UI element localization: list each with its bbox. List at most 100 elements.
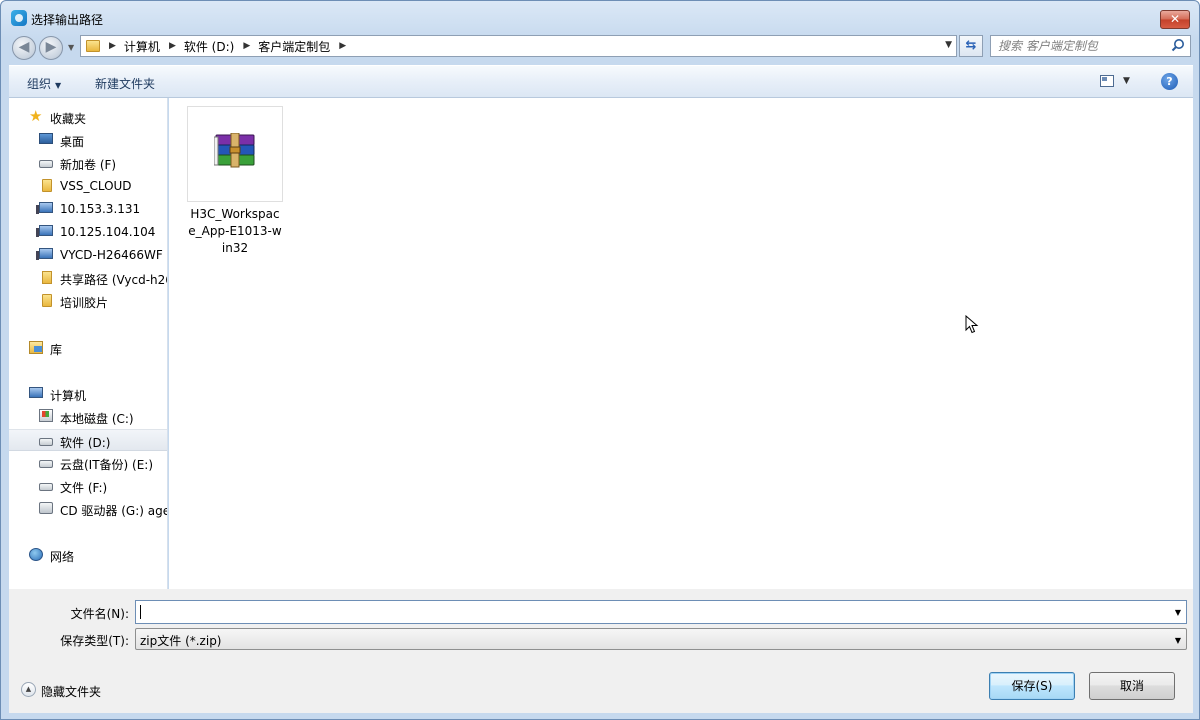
search-icon[interactable]: [1171, 38, 1185, 52]
cd-drive-icon: [39, 502, 53, 514]
file-name: H3C_Workspace_App-E1013-win32: [188, 207, 282, 255]
nav-item-drive-d[interactable]: 软件 (D:): [9, 429, 167, 451]
organize-menu[interactable]: 组织 ▼: [27, 75, 61, 92]
search-box[interactable]: [990, 35, 1191, 57]
shared-folder-icon: [42, 271, 52, 284]
app-icon: [11, 10, 27, 26]
breadcrumb-computer[interactable]: 计算机: [124, 38, 160, 55]
chevron-up-icon: ▲: [21, 682, 36, 697]
forward-button[interactable]: ▶: [39, 36, 63, 60]
breadcrumb-current-folder[interactable]: 客户端定制包: [258, 38, 330, 55]
nav-item-training-slides[interactable]: 培训胶片: [9, 290, 167, 312]
system-drive-icon: [39, 409, 53, 422]
organize-label: 组织: [27, 77, 52, 91]
chevron-down-icon: ▼: [55, 81, 62, 90]
cancel-button[interactable]: 取消: [1089, 672, 1175, 700]
nav-item-cd-drive[interactable]: CD 驱动器 (G:) age: [9, 498, 167, 520]
toolbar: 组织 ▼ 新建文件夹 ▼ ?: [9, 65, 1193, 98]
nav-label: 库: [50, 343, 63, 357]
text-caret: [140, 605, 141, 619]
desktop-icon: [39, 133, 53, 144]
nav-label: 共享路径 (Vycd-h26: [60, 273, 168, 287]
nav-item-vss-cloud[interactable]: VSS_CLOUD: [9, 175, 167, 197]
winrar-archive-icon: [214, 133, 255, 168]
filename-label: 文件名(N):: [70, 607, 129, 621]
nav-item-drive-c[interactable]: 本地磁盘 (C:): [9, 406, 167, 428]
network-computer-icon: [36, 202, 53, 214]
close-button[interactable]: ✕: [1160, 10, 1190, 29]
filetype-label: 保存类型(T):: [60, 634, 129, 648]
chevron-right-icon[interactable]: ▶: [339, 41, 346, 51]
address-bar[interactable]: ▶ 计算机 ▶ 软件 (D:) ▶ 客户端定制包 ▶ ▼: [80, 35, 957, 57]
view-options-chevron-icon[interactable]: ▼: [1123, 76, 1130, 86]
folder-icon: [86, 40, 100, 52]
hide-folders-label: 隐藏文件夹: [41, 685, 102, 699]
save-form: 文件名(N): ▼ 保存类型(T): zip文件 (*.zip) ▼ ▲ 隐藏文…: [9, 589, 1193, 713]
filename-input[interactable]: [140, 601, 1170, 623]
title-bar: 选择输出路径 ✕: [1, 1, 1199, 35]
nav-libraries[interactable]: 库: [9, 337, 167, 359]
nav-item-drive-e[interactable]: 云盘(IT备份) (E:): [9, 452, 167, 474]
nav-label: 文件 (F:): [60, 481, 108, 495]
navigation-pane[interactable]: ★ 收藏夹 桌面 新加卷 (F) VSS_CLOUD 10.153.3.131 …: [9, 98, 168, 589]
arrow-right-icon: ▶: [45, 39, 57, 55]
dialog-window: 选择输出路径 ✕ ◀ ▶ ▼ ▶ 计算机 ▶ 软件 (D:) ▶ 客户端定制包 …: [0, 0, 1200, 720]
help-icon[interactable]: ?: [1161, 73, 1178, 90]
refresh-icon: ⇆: [965, 38, 977, 53]
chevron-right-icon[interactable]: ▶: [169, 41, 176, 51]
library-icon: [29, 341, 43, 354]
nav-item-shared-path[interactable]: 共享路径 (Vycd-h26: [9, 267, 167, 289]
nav-label: 新加卷 (F): [60, 158, 117, 172]
save-button[interactable]: 保存(S): [989, 672, 1075, 700]
nav-item-host-3[interactable]: VYCD-H26466WF: [9, 244, 167, 266]
nav-label: VSS_CLOUD: [60, 179, 132, 193]
chevron-right-icon[interactable]: ▶: [109, 41, 116, 51]
change-view-icon[interactable]: [1100, 75, 1114, 87]
breadcrumb-drive-d[interactable]: 软件 (D:): [184, 38, 234, 55]
recent-locations-chevron-icon[interactable]: ▼: [68, 43, 74, 52]
nav-item-volume-f[interactable]: 新加卷 (F): [9, 152, 167, 174]
mouse-cursor-icon: [965, 315, 979, 334]
chevron-down-icon: ▼: [1174, 636, 1181, 645]
chevron-right-icon[interactable]: ▶: [243, 41, 250, 51]
nav-favorites[interactable]: ★ 收藏夹: [9, 106, 167, 128]
back-button[interactable]: ◀: [12, 36, 36, 60]
address-dropdown-icon[interactable]: ▼: [945, 40, 952, 50]
filetype-value: zip文件 (*.zip): [140, 634, 222, 648]
nav-item-drive-f[interactable]: 文件 (F:): [9, 475, 167, 497]
filename-field[interactable]: ▼: [135, 600, 1187, 624]
refresh-button[interactable]: ⇆: [959, 35, 983, 57]
nav-label: 软件 (D:): [60, 436, 111, 450]
new-folder-button[interactable]: 新建文件夹: [95, 75, 155, 92]
file-list[interactable]: H3C_Workspace_App-E1013-win32: [169, 98, 1193, 589]
file-thumbnail: [187, 106, 283, 202]
star-icon: ★: [29, 107, 43, 125]
network-computer-icon: [36, 225, 53, 237]
drive-icon: [39, 460, 53, 468]
nav-label: 网络: [50, 550, 75, 564]
chevron-down-icon[interactable]: ▼: [1175, 608, 1181, 617]
nav-item-desktop[interactable]: 桌面: [9, 129, 167, 151]
nav-item-host-2[interactable]: 10.125.104.104: [9, 221, 167, 243]
drive-icon: [39, 160, 53, 168]
network-icon: [29, 548, 43, 561]
arrow-left-icon: ◀: [18, 39, 30, 55]
nav-label: 收藏夹: [50, 112, 87, 126]
nav-network[interactable]: 网络: [9, 544, 167, 566]
nav-label: 本地磁盘 (C:): [60, 412, 134, 426]
filetype-select[interactable]: zip文件 (*.zip) ▼: [135, 628, 1187, 650]
nav-item-host-1[interactable]: 10.153.3.131: [9, 198, 167, 220]
computer-icon: [29, 387, 43, 398]
folder-icon: [42, 294, 52, 307]
nav-label: 云盘(IT备份) (E:): [60, 458, 154, 472]
nav-computer[interactable]: 计算机: [9, 383, 167, 405]
nav-label: 10.153.3.131: [60, 202, 141, 216]
file-item[interactable]: H3C_Workspace_App-E1013-win32: [187, 106, 283, 257]
nav-label: 培训胶片: [60, 296, 109, 310]
nav-label: 桌面: [60, 135, 85, 149]
search-input[interactable]: [998, 36, 1168, 56]
drive-icon: [39, 438, 53, 446]
nav-label: 10.125.104.104: [60, 225, 156, 239]
drive-icon: [39, 483, 53, 491]
nav-label: 计算机: [50, 389, 87, 403]
